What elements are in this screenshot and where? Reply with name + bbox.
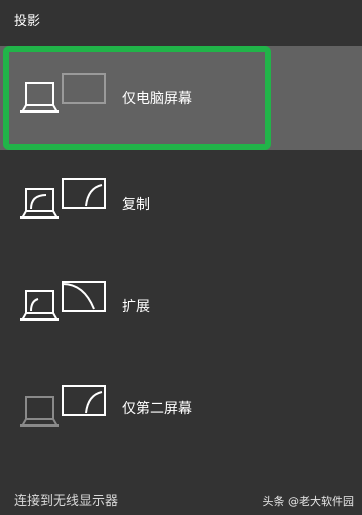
projection-option-second-only[interactable]: 仅第二屏幕 <box>0 356 276 460</box>
second-screen-only-icon <box>20 385 106 427</box>
duplicate-icon <box>20 178 106 219</box>
projection-option-extend[interactable]: 扩展 <box>0 254 276 358</box>
selection-highlight <box>3 46 271 150</box>
selected-row-extension <box>276 46 362 150</box>
projection-option-duplicate[interactable]: 复制 <box>0 152 276 256</box>
panel-title: 投影 <box>14 14 41 29</box>
watermark: 头条 @老大软件园 <box>262 495 355 508</box>
extend-icon <box>20 281 106 321</box>
option-label-duplicate: 复制 <box>122 197 150 213</box>
option-label-extend: 扩展 <box>122 299 150 315</box>
connect-wireless-display-link[interactable]: 连接到无线显示器 <box>14 490 118 509</box>
option-label-second-only: 仅第二屏幕 <box>122 401 192 417</box>
